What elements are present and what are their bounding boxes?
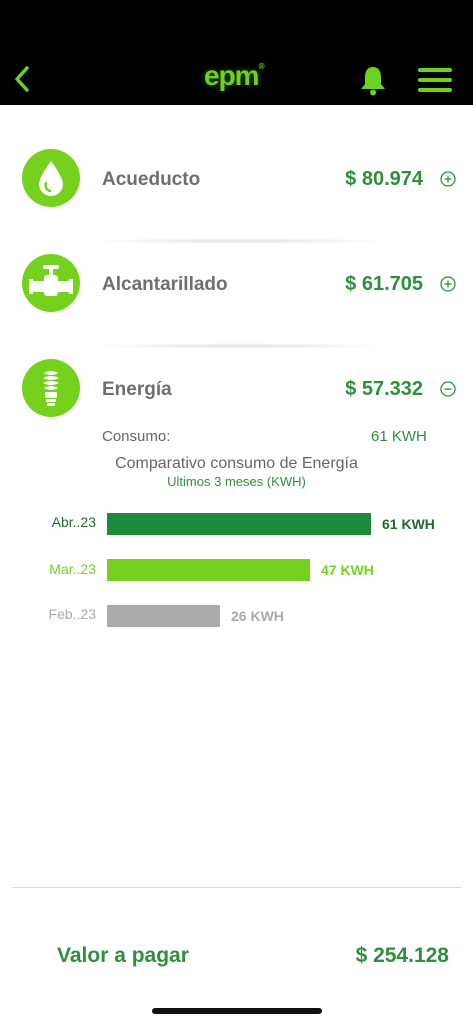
- bar-label-feb: Feb..23: [48, 606, 96, 622]
- service-row-alcantarillado[interactable]: Alcantarillado $ 61.705: [0, 239, 473, 329]
- consumo-label: Consumo:: [102, 428, 171, 445]
- chart-subtitle: Ultimos 3 meses (KWH): [167, 474, 306, 489]
- plus-circle-icon[interactable]: [440, 276, 456, 292]
- epm-logo: epm®: [204, 60, 264, 91]
- footer-divider: [12, 887, 461, 888]
- energia-badge: [22, 359, 80, 417]
- plus-circle-icon[interactable]: [440, 171, 456, 187]
- bar-feb: [107, 605, 220, 627]
- lightbulb-icon: [43, 371, 59, 406]
- back-arrow-icon[interactable]: [10, 64, 34, 94]
- minus-circle-icon[interactable]: [440, 381, 456, 397]
- service-row-energia[interactable]: Energía $ 57.332: [0, 344, 473, 434]
- service-row-acueducto[interactable]: Acueducto $ 80.974: [0, 134, 473, 224]
- bar-mar: [107, 559, 310, 581]
- service-name: Alcantarillado: [102, 274, 228, 295]
- service-name: Energía: [102, 379, 172, 400]
- pipe-valve-icon: [29, 265, 73, 296]
- service-name: Acueducto: [102, 169, 201, 190]
- alcantarillado-badge: [22, 254, 80, 312]
- total-amount: $ 254.128: [355, 944, 449, 967]
- service-amount: $ 61.705: [345, 273, 423, 295]
- bar-value-feb: 26 KWH: [231, 608, 284, 624]
- total-label: Valor a pagar: [57, 944, 189, 967]
- service-amount: $ 57.332: [345, 378, 423, 400]
- home-indicator[interactable]: [152, 1008, 322, 1014]
- bar-label-mar: Mar..23: [49, 561, 96, 577]
- chart-title: Comparativo consumo de Energía: [115, 455, 358, 472]
- bar-value-abr: 61 KWH: [382, 516, 435, 532]
- top-bar: epm®: [0, 0, 473, 105]
- bell-icon[interactable]: [358, 64, 388, 96]
- water-drop-icon: [39, 161, 63, 196]
- acueducto-badge: [22, 149, 80, 207]
- hamburger-menu-icon[interactable]: [418, 68, 452, 92]
- service-amount: $ 80.974: [345, 168, 423, 190]
- bar-abr: [107, 513, 371, 535]
- bar-label-abr: Abr..23: [51, 514, 96, 530]
- consumo-value: 61 KWH: [371, 428, 427, 445]
- bar-value-mar: 47 KWH: [321, 562, 374, 578]
